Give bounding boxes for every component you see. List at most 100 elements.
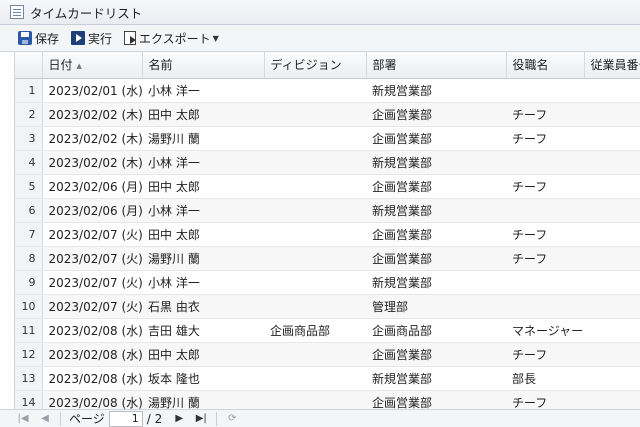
- cell-department[interactable]: 新規営業部: [366, 78, 506, 103]
- cell-division[interactable]: [264, 270, 366, 295]
- cell-date[interactable]: 2023/02/07 (火): [42, 294, 142, 319]
- cell-date[interactable]: 2023/02/07 (火): [42, 246, 142, 271]
- cell-title[interactable]: マネージャー: [506, 318, 584, 343]
- table-row[interactable]: 9 2023/02/07 (火) 小林 洋一 新規営業部: [15, 270, 640, 295]
- cell-employee-id[interactable]: [584, 366, 640, 391]
- cell-name[interactable]: 湯野川 蘭: [142, 246, 264, 271]
- refresh-icon[interactable]: ⟳: [225, 412, 239, 426]
- cell-name[interactable]: 小林 洋一: [142, 150, 264, 175]
- cell-name[interactable]: 小林 洋一: [142, 78, 264, 103]
- cell-date[interactable]: 2023/02/06 (月): [42, 174, 142, 199]
- cell-department[interactable]: 新規営業部: [366, 366, 506, 391]
- cell-title[interactable]: チーフ: [506, 342, 584, 367]
- cell-title[interactable]: [506, 198, 584, 223]
- cell-title[interactable]: チーフ: [506, 126, 584, 151]
- cell-department[interactable]: 企画営業部: [366, 342, 506, 367]
- cell-employee-id[interactable]: [584, 78, 640, 103]
- cell-employee-id[interactable]: [584, 270, 640, 295]
- cell-name[interactable]: 田中 太郎: [142, 222, 264, 247]
- cell-employee-id[interactable]: [584, 294, 640, 319]
- cell-name[interactable]: 吉田 雄大: [142, 318, 264, 343]
- cell-employee-id[interactable]: [584, 198, 640, 223]
- table-row[interactable]: 2 2023/02/02 (木) 田中 太郎 企画営業部 チーフ: [15, 102, 640, 127]
- cell-department[interactable]: 新規営業部: [366, 198, 506, 223]
- cell-name[interactable]: 湯野川 蘭: [142, 126, 264, 151]
- cell-division[interactable]: 企画商品部: [264, 318, 366, 343]
- table-row[interactable]: 12 2023/02/08 (水) 田中 太郎 企画営業部 チーフ: [15, 342, 640, 367]
- cell-name[interactable]: 湯野川 蘭: [142, 390, 264, 409]
- cell-name[interactable]: 田中 太郎: [142, 174, 264, 199]
- save-button[interactable]: 保存: [16, 28, 61, 48]
- cell-employee-id[interactable]: [584, 126, 640, 151]
- cell-date[interactable]: 2023/02/08 (水): [42, 342, 142, 367]
- cell-date[interactable]: 2023/02/02 (木): [42, 150, 142, 175]
- cell-employee-id[interactable]: [584, 150, 640, 175]
- table-row[interactable]: 14 2023/02/08 (水) 湯野川 蘭 企画営業部 チーフ: [15, 390, 640, 409]
- cell-department[interactable]: 新規営業部: [366, 270, 506, 295]
- column-header-date[interactable]: 日付 ▲: [42, 52, 143, 79]
- next-page-icon[interactable]: ▶: [172, 412, 186, 426]
- table-row[interactable]: 11 2023/02/08 (水) 吉田 雄大 企画商品部 企画商品部 マネージャー: [15, 318, 640, 343]
- cell-division[interactable]: [264, 222, 366, 247]
- cell-department[interactable]: 企画営業部: [366, 246, 506, 271]
- cell-department[interactable]: 新規営業部: [366, 150, 506, 175]
- cell-employee-id[interactable]: [584, 390, 640, 409]
- cell-division[interactable]: [264, 366, 366, 391]
- cell-date[interactable]: 2023/02/08 (水): [42, 390, 142, 409]
- cell-name[interactable]: 小林 洋一: [142, 270, 264, 295]
- cell-name[interactable]: 田中 太郎: [142, 342, 264, 367]
- cell-employee-id[interactable]: [584, 246, 640, 271]
- cell-department[interactable]: 企画営業部: [366, 102, 506, 127]
- cell-division[interactable]: [264, 342, 366, 367]
- table-row[interactable]: 4 2023/02/02 (木) 小林 洋一 新規営業部: [15, 150, 640, 175]
- cell-date[interactable]: 2023/02/06 (月): [42, 198, 142, 223]
- cell-title[interactable]: [506, 294, 584, 319]
- table-row[interactable]: 5 2023/02/06 (月) 田中 太郎 企画営業部 チーフ: [15, 174, 640, 199]
- cell-department[interactable]: 企画営業部: [366, 222, 506, 247]
- cell-division[interactable]: [264, 294, 366, 319]
- cell-department[interactable]: 企画商品部: [366, 318, 506, 343]
- table-row[interactable]: 8 2023/02/07 (火) 湯野川 蘭 企画営業部 チーフ: [15, 246, 640, 271]
- cell-date[interactable]: 2023/02/07 (火): [42, 222, 142, 247]
- table-row[interactable]: 6 2023/02/06 (月) 小林 洋一 新規営業部: [15, 198, 640, 223]
- cell-employee-id[interactable]: [584, 102, 640, 127]
- table-row[interactable]: 1 2023/02/01 (水) 小林 洋一 新規営業部: [15, 78, 640, 103]
- first-page-icon[interactable]: |◀: [16, 412, 30, 426]
- cell-department[interactable]: 企画営業部: [366, 126, 506, 151]
- cell-title[interactable]: [506, 150, 584, 175]
- table-row[interactable]: 10 2023/02/07 (火) 石黒 由衣 管理部: [15, 294, 640, 319]
- column-header-title[interactable]: 役職名: [506, 52, 585, 79]
- export-button[interactable]: エクスポート ▼: [122, 28, 221, 48]
- cell-name[interactable]: 石黒 由衣: [142, 294, 264, 319]
- cell-date[interactable]: 2023/02/01 (水): [42, 78, 142, 103]
- cell-division[interactable]: [264, 150, 366, 175]
- cell-name[interactable]: 坂本 隆也: [142, 366, 264, 391]
- cell-date[interactable]: 2023/02/07 (火): [42, 270, 142, 295]
- table-row[interactable]: 13 2023/02/08 (水) 坂本 隆也 新規営業部 部長: [15, 366, 640, 391]
- column-header-name[interactable]: 名前: [142, 52, 265, 79]
- cell-title[interactable]: チーフ: [506, 390, 584, 409]
- cell-division[interactable]: [264, 390, 366, 409]
- previous-page-icon[interactable]: ◀: [38, 412, 52, 426]
- cell-employee-id[interactable]: [584, 174, 640, 199]
- column-header-department[interactable]: 部署: [366, 52, 507, 79]
- cell-division[interactable]: [264, 174, 366, 199]
- cell-title[interactable]: [506, 270, 584, 295]
- cell-employee-id[interactable]: [584, 318, 640, 343]
- cell-name[interactable]: 小林 洋一: [142, 198, 264, 223]
- cell-department[interactable]: 企画営業部: [366, 174, 506, 199]
- cell-title[interactable]: チーフ: [506, 174, 584, 199]
- table-row[interactable]: 7 2023/02/07 (火) 田中 太郎 企画営業部 チーフ: [15, 222, 640, 247]
- cell-title[interactable]: 部長: [506, 366, 584, 391]
- cell-department[interactable]: 管理部: [366, 294, 506, 319]
- cell-department[interactable]: 企画営業部: [366, 390, 506, 409]
- table-row[interactable]: 3 2023/02/02 (木) 湯野川 蘭 企画営業部 チーフ: [15, 126, 640, 151]
- page-number-input[interactable]: [108, 410, 143, 427]
- cell-employee-id[interactable]: [584, 222, 640, 247]
- column-header-employee-id[interactable]: 従業員番号: [584, 52, 640, 79]
- cell-employee-id[interactable]: [584, 342, 640, 367]
- cell-name[interactable]: 田中 太郎: [142, 102, 264, 127]
- cell-division[interactable]: [264, 102, 366, 127]
- cell-division[interactable]: [264, 198, 366, 223]
- cell-title[interactable]: チーフ: [506, 246, 584, 271]
